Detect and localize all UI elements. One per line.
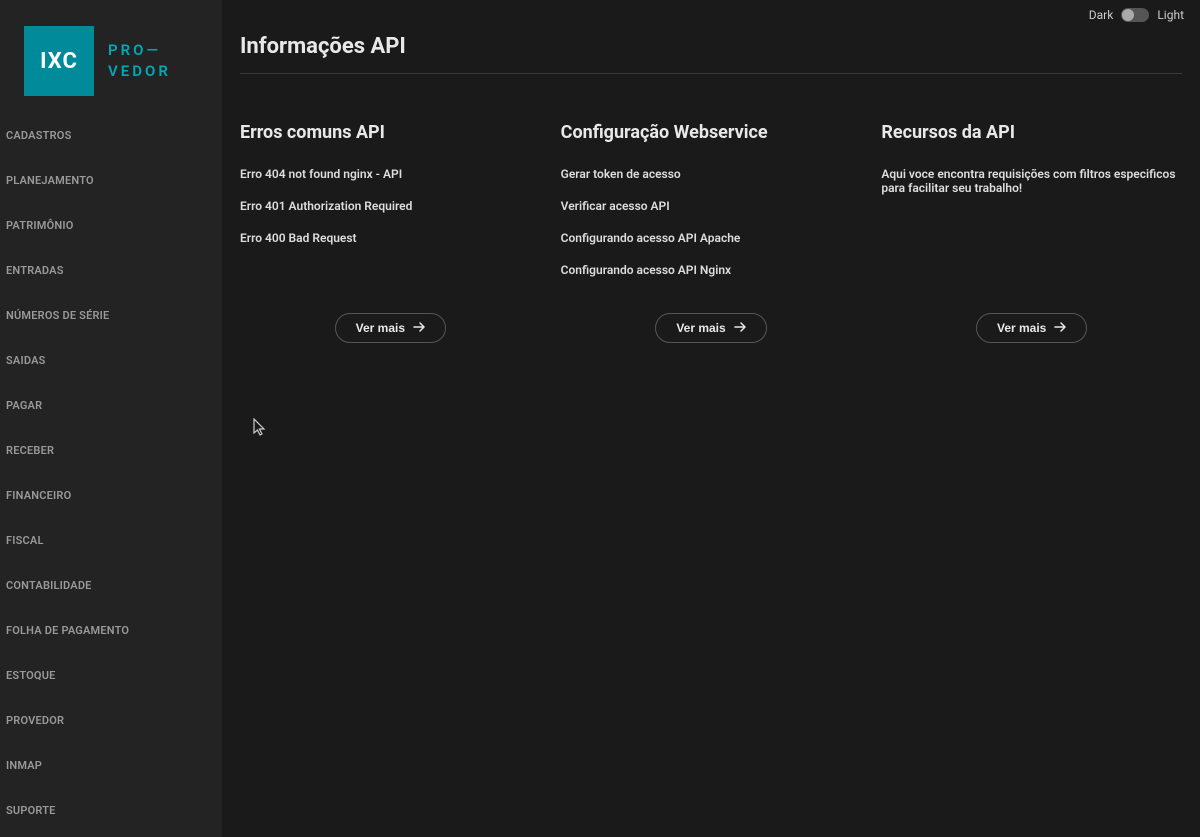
button-row: Ver mais: [881, 313, 1182, 343]
card-link[interactable]: Configurando acesso API Nginx: [561, 263, 862, 277]
logo-line2: VEDOR: [108, 61, 171, 82]
card-links: Gerar token de acesso Verificar acesso A…: [561, 167, 862, 295]
page-title: Informações API: [240, 34, 1182, 74]
sidebar-item-contabilidade[interactable]: CONTABILIDADE: [6, 570, 218, 601]
sidebar-item-provedor[interactable]: PROVEDOR: [6, 705, 218, 736]
button-row: Ver mais: [240, 313, 541, 343]
sidebar-item-entradas[interactable]: ENTRADAS: [6, 255, 218, 286]
see-more-label: Ver mais: [997, 321, 1046, 335]
card-link[interactable]: Gerar token de acesso: [561, 167, 862, 181]
card-link[interactable]: Verificar acesso API: [561, 199, 862, 213]
button-row: Ver mais: [561, 313, 862, 343]
card-recursos-da-api: Recursos da API Aqui voce encontra requi…: [881, 122, 1182, 343]
sidebar-item-patrimonio[interactable]: PATRIMÔNIO: [6, 210, 218, 241]
card-description: Aqui voce encontra requisições com filtr…: [881, 167, 1182, 195]
sidebar-item-cadastros[interactable]: CADASTROS: [6, 120, 218, 151]
sidebar-item-estoque[interactable]: ESTOQUE: [6, 660, 218, 691]
sidebar-item-numeros-de-serie[interactable]: NÚMEROS DE SÉRIE: [6, 300, 218, 331]
logo-line1: PRO—: [108, 40, 171, 61]
arrow-right-icon: [1054, 321, 1066, 335]
card-links: Erro 404 not found nginx - API Erro 401 …: [240, 167, 541, 295]
main: Informações API Erros comuns API Erro 40…: [222, 0, 1200, 837]
see-more-button[interactable]: Ver mais: [655, 313, 766, 343]
sidebar-item-suporte[interactable]: SUPORTE: [6, 795, 218, 826]
logo-box: IXC: [24, 26, 94, 96]
sidebar-item-folha-de-pagamento[interactable]: FOLHA DE PAGAMENTO: [6, 615, 218, 646]
sidebar-item-saidas[interactable]: SAIDAS: [6, 345, 218, 376]
card-link[interactable]: Erro 401 Authorization Required: [240, 199, 541, 213]
arrow-right-icon: [413, 321, 425, 335]
sidebar-item-planejamento[interactable]: PLANEJAMENTO: [6, 165, 218, 196]
sidebar-item-financeiro[interactable]: FINANCEIRO: [6, 480, 218, 511]
see-more-button[interactable]: Ver mais: [976, 313, 1087, 343]
sidebar-item-inmap[interactable]: INMAP: [6, 750, 218, 781]
card-title: Configuração Webservice: [561, 122, 862, 143]
arrow-right-icon: [734, 321, 746, 335]
see-more-label: Ver mais: [356, 321, 405, 335]
logo[interactable]: IXC PRO— VEDOR: [0, 0, 222, 120]
card-link[interactable]: Erro 404 not found nginx - API: [240, 167, 541, 181]
nav[interactable]: CADASTROS PLANEJAMENTO PATRIMÔNIO ENTRAD…: [0, 120, 222, 837]
sidebar-item-fiscal[interactable]: FISCAL: [6, 525, 218, 556]
card-erros-comuns-api: Erros comuns API Erro 404 not found ngin…: [240, 122, 541, 343]
card-title: Erros comuns API: [240, 122, 541, 143]
card-title: Recursos da API: [881, 122, 1182, 143]
logo-text: PRO— VEDOR: [108, 40, 171, 82]
card-links: Aqui voce encontra requisições com filtr…: [881, 167, 1182, 295]
sidebar: IXC PRO— VEDOR CADASTROS PLANEJAMENTO PA…: [0, 0, 222, 837]
cards: Erros comuns API Erro 404 not found ngin…: [240, 122, 1182, 343]
see-more-button[interactable]: Ver mais: [335, 313, 446, 343]
logo-box-text: IXC: [40, 49, 78, 74]
card-link[interactable]: Configurando acesso API Apache: [561, 231, 862, 245]
card-link[interactable]: Erro 400 Bad Request: [240, 231, 541, 245]
see-more-label: Ver mais: [676, 321, 725, 335]
sidebar-item-receber[interactable]: RECEBER: [6, 435, 218, 466]
card-configuracao-webservice: Configuração Webservice Gerar token de a…: [561, 122, 862, 343]
sidebar-item-pagar[interactable]: PAGAR: [6, 390, 218, 421]
